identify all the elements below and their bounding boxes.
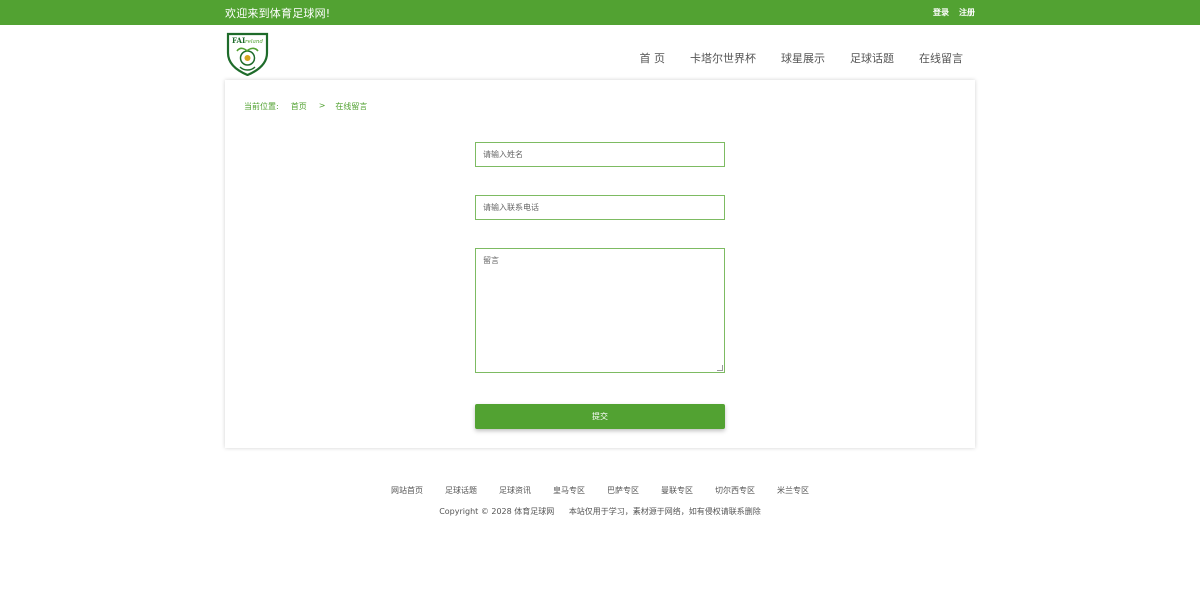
main-nav: 首 页 卡塔尔世界杯 球星展示 足球话题 在线留言 (615, 50, 964, 66)
welcome-text: 欢迎来到体育足球网! (225, 6, 331, 20)
name-input[interactable]: 请输入姓名 (475, 142, 725, 167)
nav-item-home[interactable]: 首 页 (640, 50, 666, 66)
footer-link-barcelona[interactable]: 巴萨专区 (607, 485, 639, 496)
footer-links: 网站首页 足球话题 足球资讯 皇马专区 巴萨专区 曼联专区 切尔西专区 米兰专区 (0, 485, 1200, 496)
footer-link-home[interactable]: 网站首页 (391, 485, 423, 496)
breadcrumb: 当前位置: 首页 > 在线留言 (244, 101, 379, 112)
copyright: Copyright © 2028 体育足球网 本站仅用于学习，素材源于网络，如有… (0, 506, 1200, 517)
footer: 网站首页 足球话题 足球资讯 皇马专区 巴萨专区 曼联专区 切尔西专区 米兰专区… (0, 485, 1200, 517)
footer-link-real-madrid[interactable]: 皇马专区 (553, 485, 585, 496)
footer-link-chelsea[interactable]: 切尔西专区 (715, 485, 755, 496)
footer-link-news[interactable]: 足球资讯 (499, 485, 531, 496)
register-link[interactable]: 注册 (959, 7, 975, 18)
breadcrumb-home-link[interactable]: 首页 (291, 101, 307, 112)
top-bar: 欢迎来到体育足球网! 登录 注册 (0, 0, 1200, 25)
footer-link-topics[interactable]: 足球话题 (445, 485, 477, 496)
phone-input[interactable]: 请输入联系电话 (475, 195, 725, 220)
auth-links: 登录 注册 (933, 7, 975, 18)
header: FAI reland 首 页 卡塔尔世界杯 球星展示 足球话题 在线留言 (225, 25, 975, 80)
fai-ireland-shield-logo[interactable]: FAI reland (225, 31, 270, 77)
breadcrumb-current: 在线留言 (335, 102, 368, 111)
svg-text:FAI: FAI (232, 36, 245, 45)
svg-text:reland: reland (245, 39, 263, 45)
nav-item-star-players[interactable]: 球星展示 (781, 50, 825, 66)
message-panel: 当前位置: 首页 > 在线留言 请输入姓名 请输入联系电话 留言 提交 (225, 80, 975, 448)
submit-button[interactable]: 提交 (475, 404, 725, 429)
nav-item-online-message[interactable]: 在线留言 (919, 50, 963, 66)
resize-handle-icon[interactable] (717, 365, 723, 371)
footer-link-milan[interactable]: 米兰专区 (777, 485, 809, 496)
breadcrumb-label: 当前位置: (244, 102, 279, 111)
copyright-notice: 本站仅用于学习，素材源于网络，如有侵权请联系删除 (568, 507, 761, 516)
nav-item-football-topics[interactable]: 足球话题 (850, 50, 894, 66)
message-form: 请输入姓名 请输入联系电话 留言 提交 (475, 142, 725, 429)
login-link[interactable]: 登录 (933, 7, 949, 18)
nav-item-qatar-world-cup[interactable]: 卡塔尔世界杯 (690, 50, 756, 66)
breadcrumb-separator: > (318, 101, 326, 110)
message-textarea[interactable]: 留言 (475, 248, 725, 373)
footer-link-man-utd[interactable]: 曼联专区 (661, 485, 693, 496)
message-placeholder: 留言 (483, 256, 499, 265)
copyright-text: Copyright © 2028 体育足球网 (439, 507, 555, 516)
